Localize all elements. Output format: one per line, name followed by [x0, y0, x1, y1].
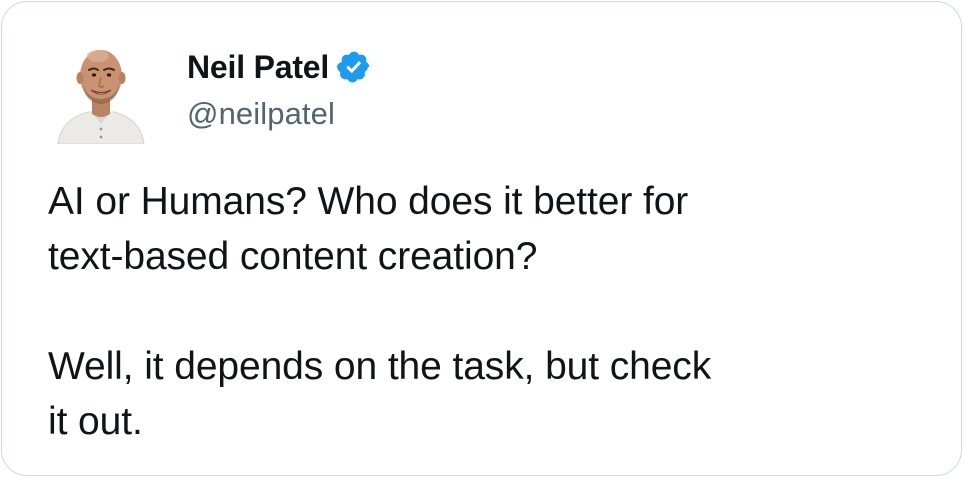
profile-photo-icon [57, 50, 145, 145]
user-handle[interactable]: @neilpatel [187, 96, 372, 132]
tweet-line: text-based content creation? [48, 235, 538, 278]
tweet-line: Well, it depends on the task, but check [48, 345, 712, 388]
tweet-line: AI or Humans? Who does it better for [48, 180, 689, 223]
verified-badge-icon [336, 49, 372, 85]
tweet-card: Neil Patel @neilpatel AI or Humans? Who … [1, 1, 962, 476]
avatar[interactable] [54, 40, 148, 145]
tweet-text: AI or Humans? Who does it better for tex… [48, 174, 928, 449]
display-name[interactable]: Neil Patel [187, 49, 329, 86]
tweet-line: it out. [48, 400, 143, 443]
author-block: Neil Patel @neilpatel [187, 44, 372, 132]
name-row: Neil Patel [187, 44, 372, 90]
